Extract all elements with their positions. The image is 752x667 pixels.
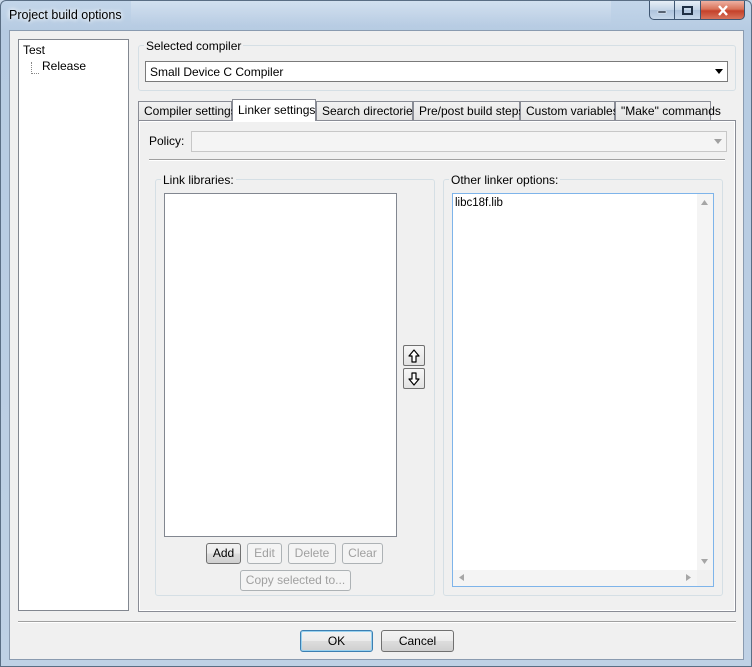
dialog-window: Project build options Test Release Selec… [0, 0, 752, 667]
link-libraries-label: Link libraries: [161, 173, 236, 187]
scroll-up-icon [701, 200, 708, 205]
clear-libraries-button[interactable]: Clear [342, 543, 383, 564]
cancel-button-label: Cancel [398, 634, 437, 648]
vertical-scrollbar[interactable] [697, 194, 713, 570]
maximize-icon [682, 5, 693, 15]
tab-panel: Policy: Link libraries: Add Edit Delete … [138, 120, 736, 612]
ok-button[interactable]: OK [300, 630, 373, 652]
minimize-button[interactable] [649, 1, 675, 20]
arrow-up-icon [408, 348, 420, 363]
policy-separator [149, 159, 725, 161]
other-linker-options-textarea[interactable]: libc18f.lib [452, 193, 714, 587]
arrow-down-icon [408, 371, 420, 386]
compiler-combobox-value: Small Device C Compiler [150, 65, 284, 79]
minimize-icon [657, 10, 667, 14]
window-title: Project build options [9, 8, 122, 22]
tab-pre-post-build-steps[interactable]: Pre/post build steps [413, 101, 524, 120]
tree-item-release[interactable]: Release [42, 59, 86, 73]
window-controls [649, 1, 745, 21]
horizontal-scrollbar[interactable] [453, 570, 697, 586]
scroll-corner [697, 570, 713, 586]
scroll-down-icon [701, 559, 708, 564]
policy-label: Policy: [149, 134, 185, 148]
close-icon [717, 4, 728, 16]
add-library-button[interactable]: Add [206, 543, 241, 564]
maximize-button[interactable] [675, 1, 701, 20]
target-tree[interactable]: Test Release [18, 39, 129, 611]
delete-library-button[interactable]: Delete [288, 543, 336, 564]
other-linker-options-label: Other linker options: [449, 173, 561, 187]
dialog-client: Test Release Selected compiler Small Dev… [9, 30, 744, 660]
tab-custom-variables[interactable]: Custom variables [520, 101, 619, 120]
chevron-down-icon [714, 139, 722, 144]
link-libraries-list[interactable] [164, 193, 397, 537]
bottom-separator [18, 621, 736, 623]
title-bar[interactable]: Project build options [1, 1, 751, 29]
compiler-combobox[interactable]: Small Device C Compiler [145, 61, 728, 82]
move-up-button[interactable] [403, 345, 425, 366]
tree-item-root[interactable]: Test [23, 43, 45, 57]
tree-line-horizontal [31, 73, 39, 74]
tab-search-directories[interactable]: Search directories [316, 101, 419, 120]
ok-button-label: OK [327, 634, 346, 648]
linker-settings-panel: Policy: Link libraries: Add Edit Delete … [139, 121, 735, 611]
other-linker-options-text: libc18f.lib [455, 197, 503, 209]
policy-combobox[interactable] [191, 131, 727, 152]
selected-compiler-label: Selected compiler [144, 39, 244, 53]
scroll-right-icon [686, 574, 691, 581]
cancel-button[interactable]: Cancel [381, 630, 454, 652]
tab-compiler-settings[interactable]: Compiler settings [138, 101, 237, 120]
title-bar-ghost [131, 1, 611, 27]
tab-linker-settings[interactable]: Linker settings [232, 99, 316, 121]
scroll-left-icon [459, 574, 464, 581]
close-button[interactable] [701, 1, 745, 20]
copy-selected-button[interactable]: Copy selected to... [240, 570, 351, 591]
edit-library-button[interactable]: Edit [247, 543, 282, 564]
move-down-button[interactable] [403, 368, 425, 389]
tab-make-commands[interactable]: "Make" commands [615, 101, 721, 120]
chevron-down-icon [715, 69, 723, 74]
